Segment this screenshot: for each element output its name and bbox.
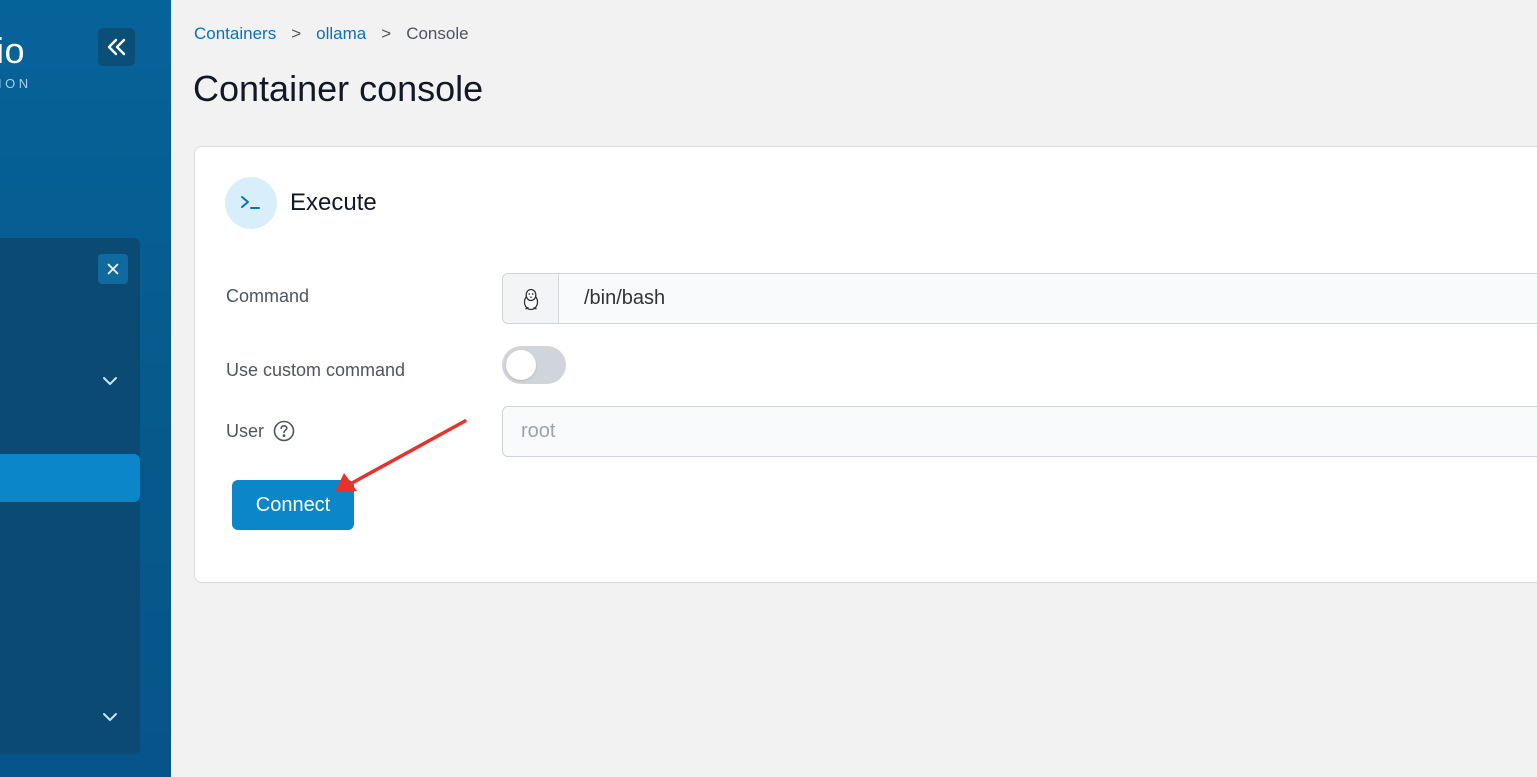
linux-penguin-icon [523,288,538,310]
sidebar-item-containers-active[interactable] [0,454,140,502]
sidebar-expand-toggle-1[interactable] [100,371,120,391]
command-value: /bin/bash [584,287,666,309]
breadcrumb-container-name[interactable]: ollama [316,24,366,44]
user-label-group: User [226,420,295,442]
command-select[interactable]: /bin/bash [502,273,1537,324]
double-chevron-left-icon [107,38,125,56]
breadcrumb-current: Console [406,24,469,43]
breadcrumb-separator: > [291,24,302,43]
environment-close-button[interactable] [98,254,128,284]
brand-logo-text: io [0,30,26,71]
user-input[interactable] [502,406,1537,457]
breadcrumb-separator: > [381,24,392,43]
environment-panel [0,238,140,754]
brand-edition-text: ION [0,76,32,91]
os-addon [503,274,559,323]
sidebar: io ION [0,0,171,777]
connect-button[interactable]: Connect [232,480,354,530]
collapse-sidebar-button[interactable] [98,28,135,66]
toggle-knob [506,350,536,380]
page-title: Container console [193,68,484,109]
breadcrumb: Containers > ollama > Console [194,24,469,44]
main-content: Containers > ollama > Console Container … [171,0,1537,777]
execute-card: Execute Command /bin/bash Use custom com… [194,146,1537,583]
sidebar-expand-toggle-2[interactable] [100,707,120,727]
close-icon [107,263,119,275]
question-circle-icon[interactable] [273,420,295,442]
user-label: User [226,420,265,441]
chevron-down-icon [103,377,117,385]
command-label: Command [226,286,310,306]
custom-command-toggle[interactable] [502,346,566,384]
card-title: Execute [290,189,377,216]
custom-command-label: Use custom command [226,360,406,380]
chevron-down-icon [103,713,117,721]
breadcrumb-containers[interactable]: Containers [194,24,276,44]
terminal-icon [225,177,277,229]
